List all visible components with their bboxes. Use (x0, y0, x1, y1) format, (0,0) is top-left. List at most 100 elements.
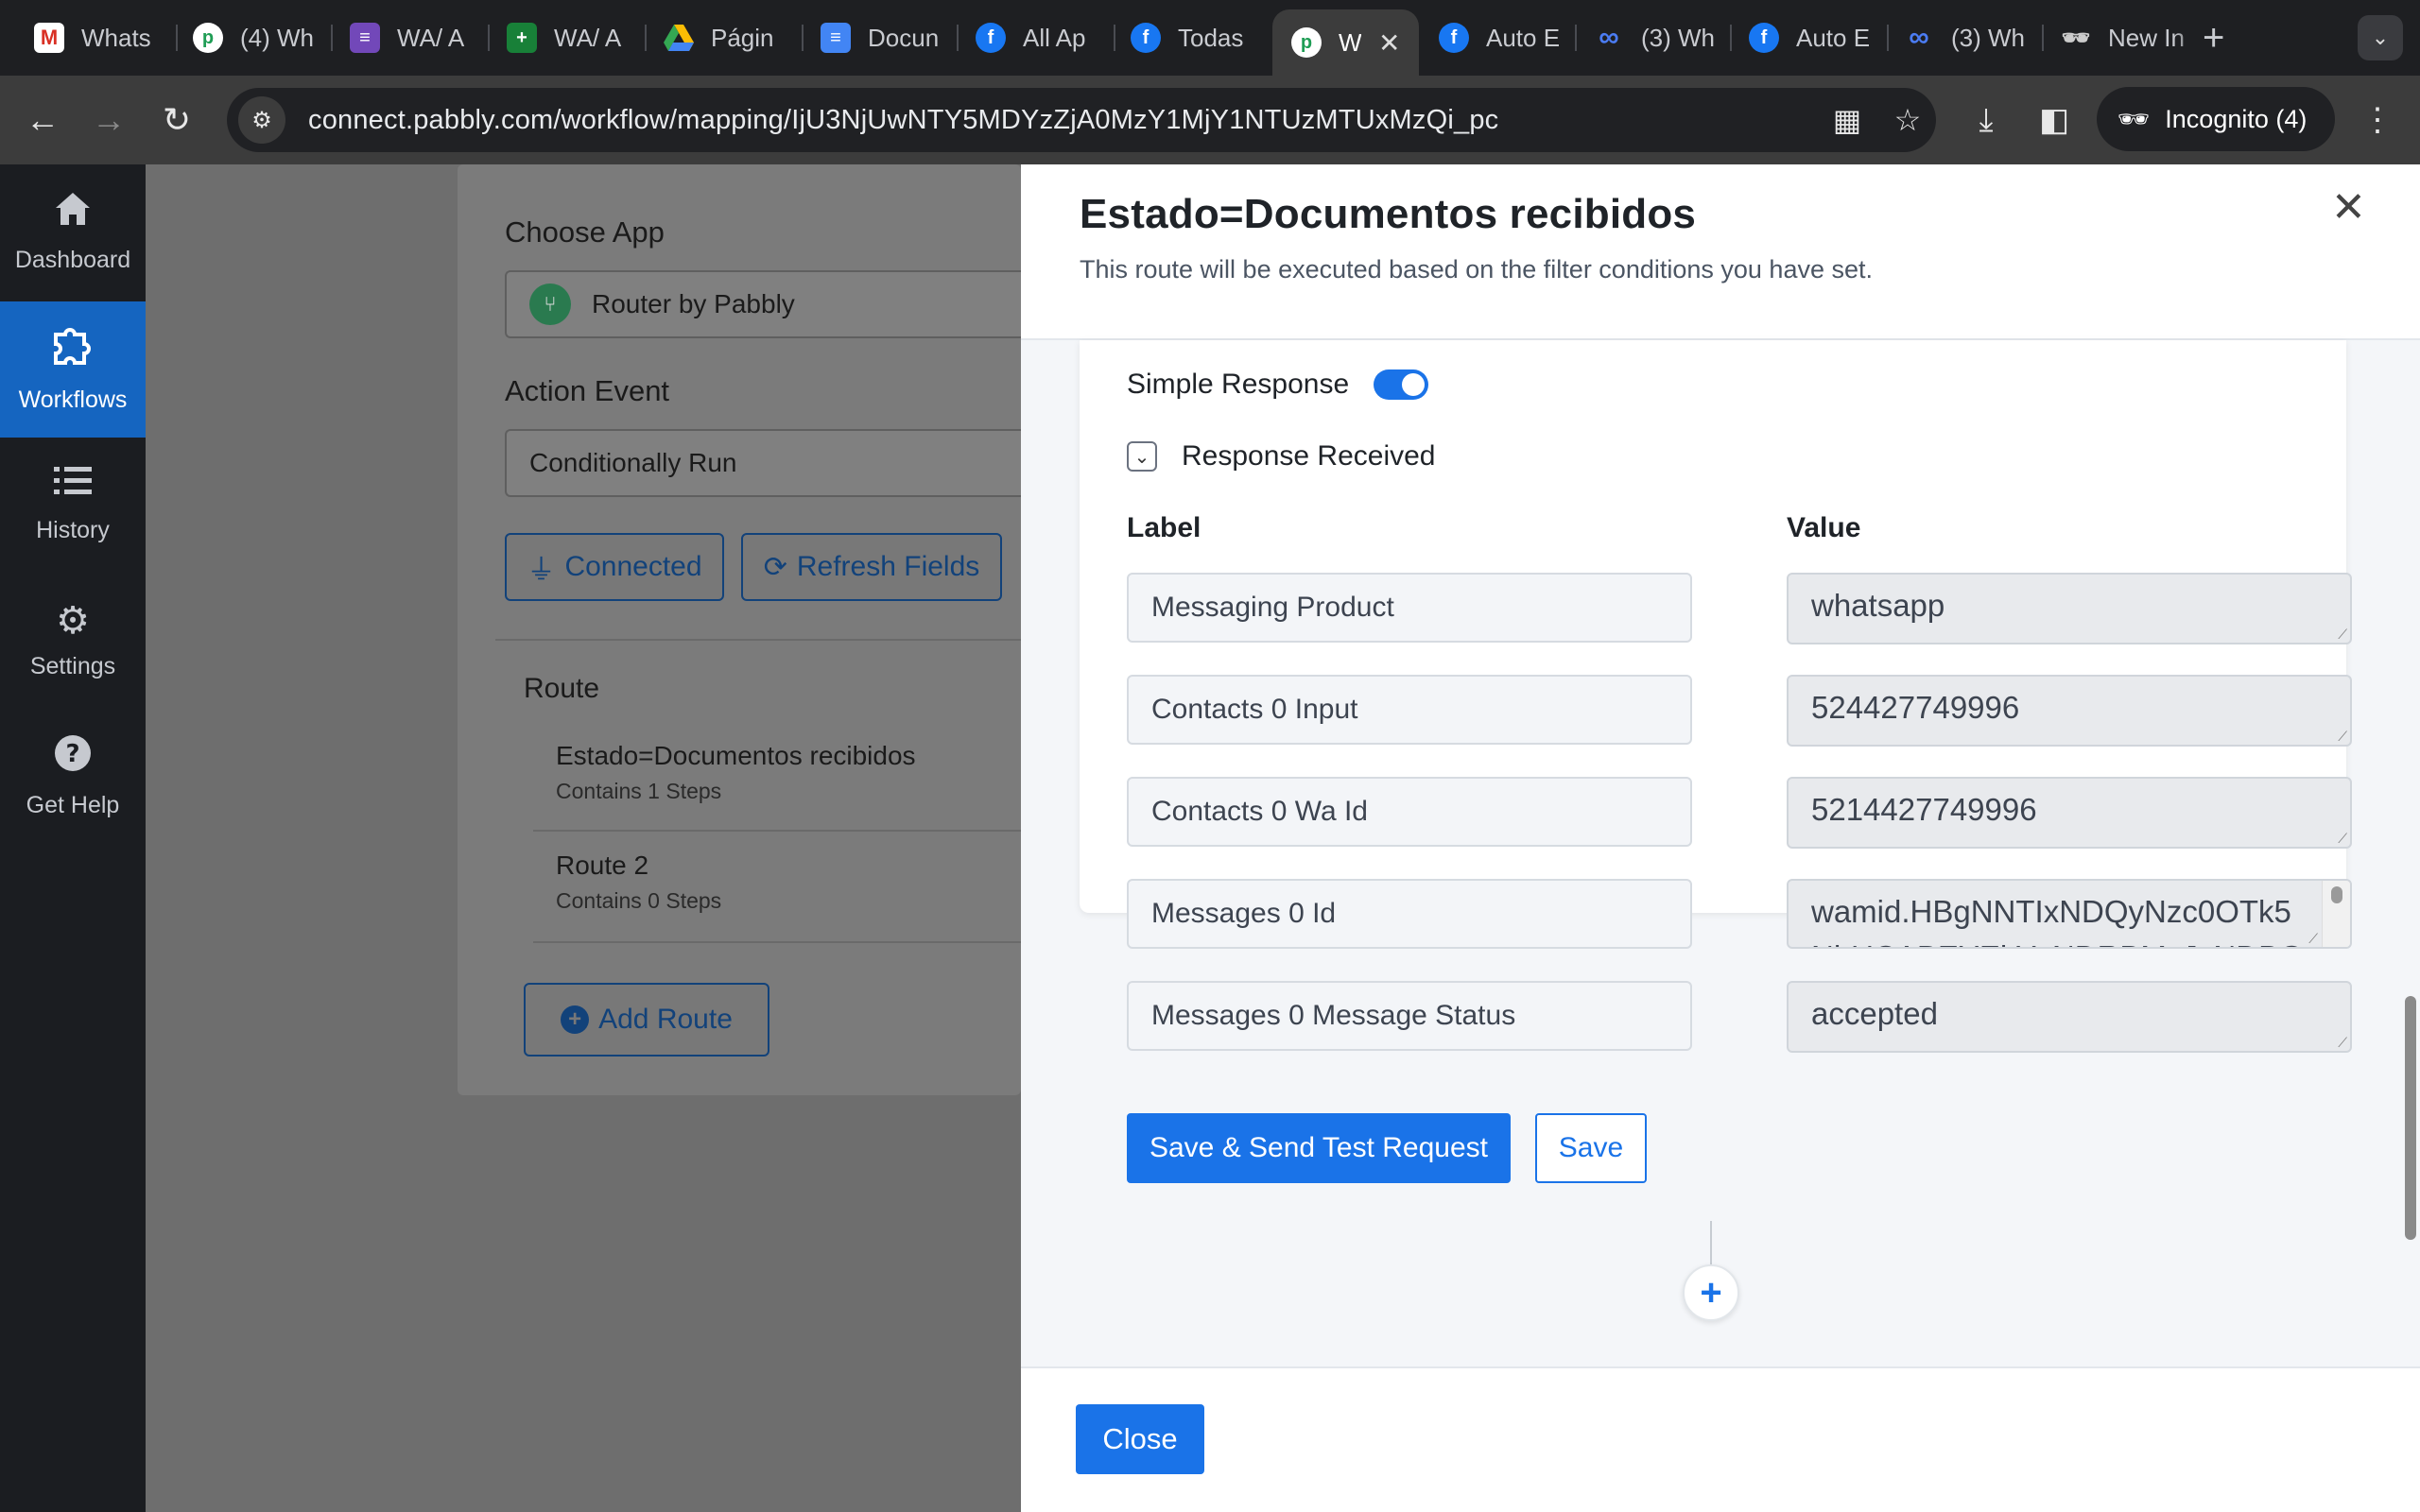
puzzle-icon (52, 325, 94, 373)
value-column-header: Value (1787, 512, 1861, 543)
field-label[interactable]: Messaging Product (1127, 573, 1692, 643)
sidebar-item-get-help[interactable]: ? Get Help (0, 709, 146, 845)
page-scrollbar-thumb[interactable] (2405, 996, 2416, 1240)
field-value[interactable]: 5214427749996 ⟋ (1787, 777, 2352, 849)
refresh-label: Refresh Fields (796, 551, 980, 582)
app-sidebar: Dashboard Workflows History ⚙ Settings ?… (0, 164, 146, 1512)
facebook-icon: f (1439, 23, 1469, 53)
tab-separator (1575, 25, 1577, 51)
resize-grip-icon[interactable]: ⟋ (2338, 1036, 2347, 1049)
save-button[interactable]: Save (1535, 1113, 1647, 1183)
tab-facebook-1[interactable]: f All Ap (976, 13, 1136, 62)
sidebar-item-label: Dashboard (14, 247, 131, 273)
forms-icon: ≡ (350, 23, 380, 53)
field-value[interactable]: accepted ⟋ (1787, 981, 2352, 1053)
action-event-select[interactable]: Conditionally Run (505, 429, 1021, 497)
bookmark-star-icon[interactable]: ☆ (1885, 97, 1930, 143)
field-value-scrollable[interactable]: wamid.HBgNNTIxNDQyNzc0OTk5 NhUCABEYEkYzN… (1787, 879, 2352, 949)
divider (533, 830, 1021, 832)
field-label[interactable]: Contacts 0 Wa Id (1127, 777, 1692, 847)
tab-label: Whats (81, 23, 151, 52)
close-icon[interactable]: ✕ (2331, 183, 2366, 232)
tab-pabbly-1[interactable]: p (4) Wh (193, 13, 354, 62)
resize-grip-icon[interactable]: ⟋ (2338, 730, 2347, 743)
tab-label: Págin (711, 23, 774, 52)
app-select[interactable]: ⑂ Router by Pabbly (505, 270, 1021, 338)
route-name[interactable]: Estado=Documentos recibidos (556, 741, 916, 771)
tab-meta-2[interactable]: ∞ (3) Wh (1904, 13, 2065, 62)
textarea-scrollbar[interactable] (2322, 881, 2350, 947)
tab-label: Auto E (1486, 23, 1561, 52)
download-icon[interactable]: ⤓ (1962, 96, 2010, 144)
tab-drive[interactable]: Págin (664, 13, 824, 62)
back-icon[interactable]: ← (19, 96, 66, 144)
tab-facebook-2[interactable]: f Todas (1131, 13, 1291, 62)
sidebar-item-workflows[interactable]: Workflows (0, 301, 146, 438)
resize-grip-icon[interactable]: ⟋ (2308, 932, 2318, 945)
resize-grip-icon[interactable]: ⟋ (2338, 627, 2347, 641)
field-value[interactable]: 524427749996 ⟋ (1787, 675, 2352, 747)
tab-label: WA/ A (554, 23, 622, 52)
add-route-button[interactable]: + Add Route (524, 983, 769, 1057)
save-send-test-button[interactable]: Save & Send Test Request (1127, 1113, 1511, 1183)
tab-pabbly-active[interactable]: p W ✕ (1272, 9, 1420, 76)
divider (495, 639, 1021, 641)
tab-gmail[interactable]: M Whats (34, 13, 195, 62)
sidebar-item-label: Get Help (26, 792, 120, 818)
close-button[interactable]: Close (1076, 1404, 1204, 1474)
tab-facebook-4[interactable]: f Auto E (1749, 13, 1910, 62)
sidebar-item-label: Settings (29, 652, 116, 679)
route-steps: Contains 0 Steps (556, 888, 722, 913)
field-value[interactable]: whatsapp ⟋ (1787, 573, 2352, 644)
url-text: connect.pabbly.com/workflow/mapping/IjU3… (308, 104, 1499, 135)
tab-separator (802, 25, 804, 51)
tab-separator (1730, 25, 1732, 51)
tab-label: Auto E (1796, 23, 1871, 52)
tab-label: W (1339, 27, 1361, 57)
tab-separator (957, 25, 959, 51)
tab-new-incognito[interactable]: 🕶 New In (2061, 13, 2203, 62)
pabbly-icon: p (1291, 27, 1322, 58)
gear-icon: ⚙ (56, 599, 90, 642)
route-name[interactable]: Route 2 (556, 850, 648, 881)
side-panel-icon[interactable]: ◧ (2031, 96, 2078, 144)
field-value-text: wamid.HBgNNTIxNDQyNzc0OTk5 (1811, 894, 2291, 929)
resize-grip-icon[interactable]: ⟋ (2338, 832, 2347, 845)
field-label[interactable]: Contacts 0 Input (1127, 675, 1692, 745)
connected-button[interactable]: ⏚ Connected (505, 533, 724, 601)
site-settings-icon[interactable]: ⚙ (238, 96, 285, 144)
sidebar-item-history[interactable]: History (0, 437, 146, 573)
chevron-down-icon[interactable]: ⌄ (2358, 15, 2403, 60)
forward-icon[interactable]: → (85, 96, 132, 144)
field-label[interactable]: Messages 0 Id (1127, 879, 1692, 949)
incognito-badge[interactable]: 🕶 Incognito (4) (2097, 87, 2335, 151)
meta-icon: ∞ (1599, 22, 1619, 53)
tab-forms[interactable]: ≡ WA/ A (350, 13, 510, 62)
kebab-menu-icon[interactable]: ⋮ (2354, 96, 2401, 144)
response-received-label: Response Received (1182, 440, 1436, 472)
facebook-icon: f (976, 23, 1006, 53)
sheets-icon: + (507, 23, 537, 53)
tab-sheets[interactable]: + WA/ A (507, 13, 667, 62)
close-tab-icon[interactable]: ✕ (1378, 27, 1400, 59)
qr-code-icon[interactable]: ▦ (1824, 97, 1870, 143)
new-tab-icon[interactable]: + (2203, 17, 2224, 60)
field-label-text: Contacts 0 Input (1151, 694, 1358, 725)
sidebar-item-settings[interactable]: ⚙ Settings (0, 573, 146, 709)
tab-separator (176, 25, 178, 51)
plus-circle-icon: + (561, 1005, 590, 1034)
field-label[interactable]: Messages 0 Message Status (1127, 981, 1692, 1051)
address-bar[interactable]: ⚙ connect.pabbly.com/workflow/mapping/Ij… (227, 88, 1936, 152)
simple-response-label: Simple Response (1127, 369, 1350, 400)
tab-separator (488, 25, 490, 51)
simple-response-toggle[interactable] (1374, 369, 1429, 400)
reload-icon[interactable]: ↻ (153, 96, 200, 144)
add-step-plus-icon[interactable]: + (1683, 1264, 1739, 1321)
browser-toolbar: ← → ↻ ⚙ connect.pabbly.com/workflow/mapp… (0, 76, 2420, 164)
field-value-overflow-text: NhUCABEYEkYzNDRBMzJsNDBG (1811, 939, 2304, 947)
home-icon (54, 191, 92, 233)
sidebar-item-dashboard[interactable]: Dashboard (0, 164, 146, 301)
refresh-fields-button[interactable]: ⟳ Refresh Fields (741, 533, 1002, 601)
chevron-down-icon[interactable]: ⌄ (1127, 441, 1157, 472)
tab-label: WA/ A (397, 23, 465, 52)
